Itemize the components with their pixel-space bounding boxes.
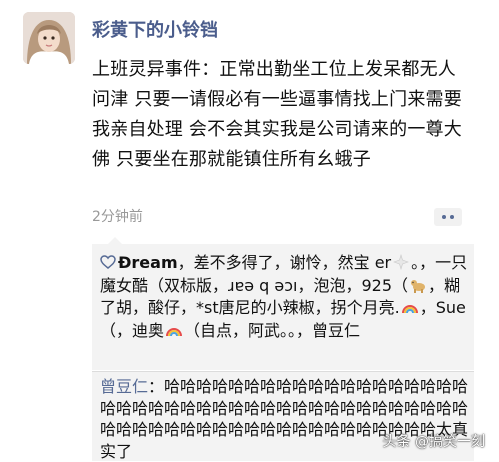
comment-separator: ： bbox=[148, 377, 165, 396]
more-dot-icon bbox=[450, 215, 454, 219]
post-timestamp: 2分钟前 bbox=[92, 209, 143, 225]
rainbow-emoji-icon bbox=[166, 327, 183, 336]
comment-author[interactable]: 曾豆仁 bbox=[100, 377, 148, 396]
like-segment[interactable]: Ðream bbox=[118, 253, 178, 272]
avatar[interactable] bbox=[23, 12, 75, 64]
more-options-button[interactable] bbox=[434, 208, 462, 226]
like-segment: ，差不多得了，谢怜，然宝 er bbox=[177, 253, 392, 272]
more-dot-icon bbox=[442, 215, 446, 219]
avatar-image bbox=[23, 12, 75, 64]
like-segment: （自点，阿武。。，曾豆仁 bbox=[184, 320, 361, 340]
heart-icon bbox=[100, 255, 116, 269]
sparkle-emoji-icon bbox=[393, 254, 410, 270]
watermark: 头条 @搞笑一刻 bbox=[382, 434, 485, 450]
likes-list: Ðream，差不多得了，谢怜，然宝 er 。，一只魔女酷（双标版，ɹɐǝ q ǝ… bbox=[100, 252, 470, 342]
dog-emoji-icon bbox=[411, 279, 426, 293]
post-text: 上班灵异事件：正常出勤坐工位上发呆都无人问津 只要一请假必有一些逼事情找上门来需… bbox=[92, 59, 462, 170]
likes-panel: Ðream，差不多得了，谢怜，然宝 er 。，一只魔女酷（双标版，ɹɐǝ q ǝ… bbox=[92, 237, 474, 370]
post-username[interactable]: 彩黄下的小铃铛 bbox=[92, 16, 218, 42]
rainbow-emoji-icon bbox=[401, 305, 418, 314]
